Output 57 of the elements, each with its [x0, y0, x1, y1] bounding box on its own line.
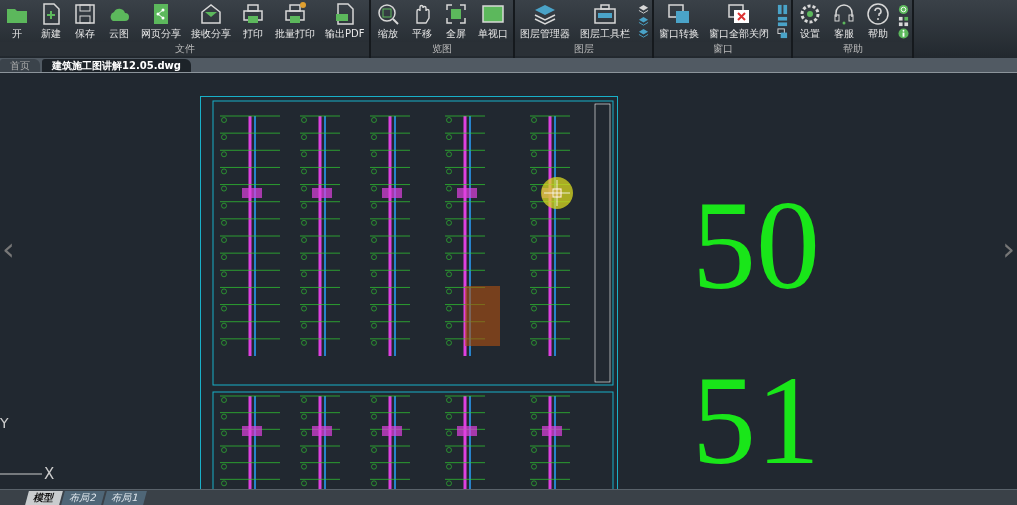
- rows-icon[interactable]: [777, 16, 789, 27]
- toolbar-button[interactable]: 保存: [68, 2, 102, 40]
- grid-icon[interactable]: [898, 16, 910, 27]
- printer-icon: [241, 2, 265, 26]
- toolbar-button[interactable]: 批量打印: [270, 2, 320, 40]
- group-label: 文件: [0, 42, 370, 56]
- axis-label: X: [44, 464, 55, 485]
- toolbar-button[interactable]: 接收分享: [186, 2, 236, 40]
- toolbar-button[interactable]: 新建: [34, 2, 68, 40]
- layer-stack-icon[interactable]: [638, 16, 650, 27]
- layout-tab[interactable]: 布局1: [103, 491, 148, 505]
- viewport-icon: [481, 2, 506, 26]
- toolbar-button[interactable]: 客服: [827, 2, 862, 40]
- columns-icon[interactable]: [777, 4, 789, 15]
- toolbar-button[interactable]: 全屏: [439, 2, 474, 40]
- window-close-icon: [727, 2, 752, 26]
- toolbar-button[interactable]: 窗口全部关闭: [704, 2, 775, 40]
- envelope-icon: [199, 2, 223, 26]
- axis-label: Y: [0, 414, 9, 433]
- group-label: 帮助: [793, 42, 913, 56]
- layer-stack-icon[interactable]: [638, 4, 650, 15]
- toolbar-button[interactable]: 打印: [236, 2, 270, 40]
- group-label: 图层: [515, 42, 653, 56]
- sheet-number: 50: [692, 181, 820, 309]
- sheet-number: 51: [692, 356, 820, 484]
- toolbar-button[interactable]: 平移: [405, 2, 440, 40]
- cascade-windows-icon[interactable]: [777, 28, 789, 39]
- toolbar-button[interactable]: 输出PDF: [320, 2, 370, 40]
- crosshair-cursor-icon: [540, 176, 574, 210]
- toolbar-button[interactable]: 开: [0, 2, 34, 40]
- printer-icon: [283, 2, 307, 26]
- group-label: 览图: [371, 42, 514, 56]
- layers-icon: [533, 2, 558, 26]
- group-label: 窗口: [654, 42, 792, 56]
- headset-icon: [832, 2, 857, 26]
- toolbar-button[interactable]: 单视口: [473, 2, 514, 40]
- help-icon: [866, 2, 891, 26]
- layer-stack-icon[interactable]: [638, 28, 650, 39]
- refresh-icon[interactable]: [898, 4, 910, 15]
- document-tab[interactable]: 首页: [0, 59, 40, 72]
- toolbar-button[interactable]: 云图: [102, 2, 136, 40]
- info-icon[interactable]: [898, 28, 910, 39]
- toolbar-button[interactable]: 网页分享: [136, 2, 186, 40]
- layout-tab[interactable]: 模型: [25, 491, 63, 505]
- magnifier-icon: [376, 2, 401, 26]
- fullscreen-icon: [444, 2, 469, 26]
- toolbar-button[interactable]: 帮助: [861, 2, 896, 40]
- toolbox-icon: [593, 2, 618, 26]
- toolbar-button[interactable]: 设置: [793, 2, 828, 40]
- layout-tab[interactable]: 布局2: [61, 491, 106, 505]
- x-axis-line: [0, 471, 42, 477]
- toolbar-button[interactable]: 窗口转换: [654, 2, 705, 40]
- window-switch-icon: [667, 2, 692, 26]
- document-tab[interactable]: 建筑施工图讲解12.05.dwg: [42, 59, 191, 72]
- toolbar-button[interactable]: 图层管理器: [515, 2, 576, 40]
- toolbar-button[interactable]: 图层工具栏: [575, 2, 636, 40]
- toolbar-button[interactable]: 缩放: [371, 2, 406, 40]
